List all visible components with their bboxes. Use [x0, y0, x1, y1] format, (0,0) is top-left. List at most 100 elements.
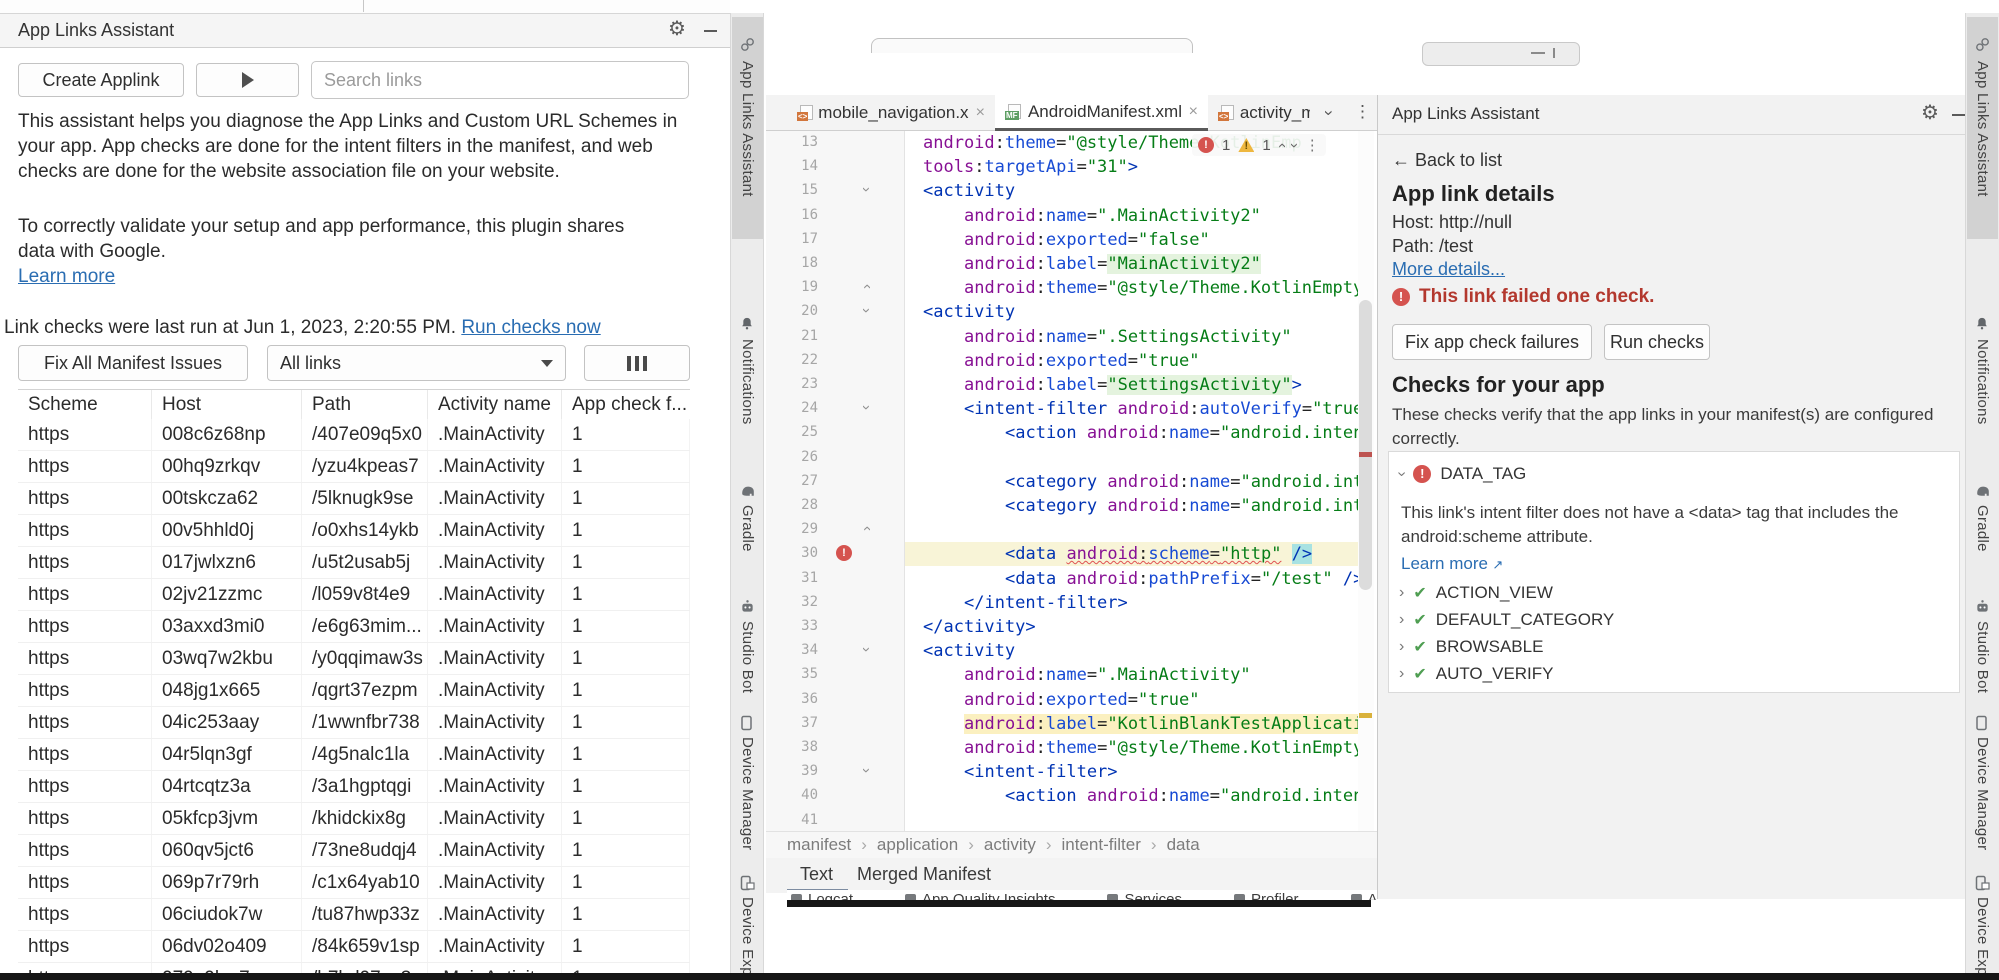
check-row-auto_verify[interactable]: ›✔AUTO_VERIFY	[1399, 664, 1554, 684]
columns-config-button[interactable]	[584, 345, 690, 381]
breadcrumb-item[interactable]: application	[877, 835, 958, 855]
breadcrumb-item[interactable]: manifest	[787, 835, 851, 855]
table-row[interactable]: https060qv5jct6/73ne8udqj4.MainActivity1	[18, 835, 690, 867]
chevron-right-icon[interactable]: ›	[1399, 638, 1404, 656]
run-play-button[interactable]	[196, 63, 299, 97]
checks-desc-line: These checks verify that the app links i…	[1392, 403, 1933, 427]
minimize-icon[interactable]	[704, 30, 717, 32]
chevron-down-icon[interactable]: ›	[1393, 471, 1411, 476]
scrollbar-thumb[interactable]	[1359, 300, 1372, 590]
learn-more-link[interactable]: Learn more	[18, 266, 115, 288]
data-tag-learn-more[interactable]: Learn more ↗	[1401, 554, 1503, 574]
chevron-right-icon[interactable]: ›	[1399, 665, 1404, 683]
data-tag-desc-line: android:scheme attribute.	[1401, 525, 1899, 549]
run-checks-now-link[interactable]: Run checks now	[461, 317, 600, 338]
view-tab-merged-manifest[interactable]: Merged Manifest	[857, 864, 991, 885]
column-header[interactable]: App check f...	[562, 390, 690, 420]
editor-tab-androidmanifest-xml[interactable]: MFAndroidManifest.xml×	[995, 95, 1208, 131]
bottom-bar-item[interactable]: App Inspection	[1351, 891, 1378, 900]
data-tag-row[interactable]: › ! DATA_TAG	[1399, 464, 1526, 484]
fix-all-manifest-issues-button[interactable]: Fix All Manifest Issues	[18, 345, 248, 381]
panel-minimize-icon[interactable]	[1952, 114, 1965, 116]
table-cell: 03axxd3mi0	[152, 611, 302, 642]
next-issue-icon[interactable]: ›	[1286, 143, 1303, 148]
table-row[interactable]: https05kfcp3jvm/khidckix8g.MainActivity1	[18, 803, 690, 835]
column-header[interactable]: Path	[302, 390, 428, 420]
table-row[interactable]: https04ic253aay/1wwnfbr738.MainActivity1	[18, 707, 690, 739]
check-row-default_category[interactable]: ›✔DEFAULT_CATEGORY	[1399, 610, 1614, 630]
table-row[interactable]: https03axxd3mi0/e6g63mim....MainActivity…	[18, 611, 690, 643]
table-row[interactable]: https008c6z68np/407e09q5x0.MainActivity1	[18, 419, 690, 451]
panel-gear-icon[interactable]: ⚙	[1921, 103, 1939, 123]
fold-marker-icon[interactable]: ›	[858, 405, 875, 410]
gear-icon[interactable]: ⚙	[668, 19, 686, 39]
fold-marker-icon[interactable]: ›	[858, 284, 875, 289]
table-row[interactable]: https02jv21zzmc/l059v8t4e9.MainActivity1	[18, 579, 690, 611]
breadcrumb-item[interactable]: intent-filter	[1062, 835, 1141, 855]
table-cell: 060qv5jct6	[152, 835, 302, 866]
bottom-bar-item[interactable]: Profiler	[1234, 891, 1299, 900]
table-row[interactable]: https04r5lqn3gf/4g5nalc1la.MainActivity1	[18, 739, 690, 771]
editor-tab-activity_m[interactable]: <>activity_m	[1208, 95, 1320, 131]
fold-marker-icon[interactable]: ›	[858, 647, 875, 652]
table-row[interactable]: https06dv02o409/84k659v1sp.MainActivity1	[18, 931, 690, 963]
bottom-bar-item[interactable]: Logcat	[791, 891, 853, 900]
editor-tab-mobile_navigation-xml[interactable]: <>mobile_navigation.xml×	[787, 95, 995, 131]
column-header[interactable]: Host	[152, 390, 302, 420]
tab-list-chevron-icon[interactable]: ›	[1319, 110, 1339, 116]
line-number: 37	[772, 715, 818, 731]
breadcrumb-item[interactable]: activity	[984, 835, 1036, 855]
table-cell: 06dv02o409	[152, 931, 302, 962]
bottom-bar-item[interactable]: App Quality Insights	[905, 891, 1055, 900]
run-checks-button[interactable]: Run checks	[1604, 324, 1710, 360]
table-cell: 00v5hhld0j	[152, 515, 302, 546]
gutter-error-icon[interactable]: !	[836, 545, 852, 561]
warning-count-icon: !	[1238, 138, 1254, 152]
links-filter-value: All links	[280, 353, 341, 374]
column-header[interactable]: Scheme	[18, 390, 152, 420]
close-tab-icon[interactable]: ×	[976, 104, 985, 122]
breadcrumb[interactable]: manifest›application›activity›intent-fil…	[787, 835, 1200, 855]
warning-stripe-mark[interactable]	[1359, 713, 1372, 718]
fix-app-check-failures-button[interactable]: Fix app check failures	[1392, 324, 1592, 360]
line-number: 30	[772, 545, 818, 561]
tab-kebab-icon[interactable]: ⋮	[1354, 102, 1371, 122]
bottom-bar-item[interactable]: Services	[1107, 891, 1182, 900]
fold-marker-icon[interactable]: ›	[858, 526, 875, 531]
table-row[interactable]: https04rtcqtz3a/3a1hgptqgi.MainActivity1	[18, 771, 690, 803]
more-details-link[interactable]: More details...	[1392, 259, 1505, 280]
widget-kebab-icon[interactable]: ⋮	[1305, 136, 1320, 154]
chevron-right-icon[interactable]: ›	[1399, 584, 1404, 602]
table-row[interactable]: https069p7r79rh/c1x64yab10.MainActivity1	[18, 867, 690, 899]
table-cell: .MainActivity	[428, 675, 562, 706]
table-row[interactable]: https00tskcza62/5lknugk9se.MainActivity1	[18, 483, 690, 515]
breadcrumb-item[interactable]: data	[1167, 835, 1200, 855]
table-row[interactable]: https00v5hhld0j/o0xhs14ykb.MainActivity1	[18, 515, 690, 547]
search-input[interactable]	[311, 61, 689, 99]
window-bottom-edge	[787, 900, 1371, 907]
links-filter-dropdown[interactable]: All links	[267, 345, 566, 381]
fold-marker-icon[interactable]: ›	[858, 768, 875, 773]
chevron-right-icon[interactable]: ›	[1399, 611, 1404, 629]
create-applink-button[interactable]: Create Applink	[18, 63, 184, 97]
column-header[interactable]: Activity name	[428, 390, 562, 420]
fold-marker-icon[interactable]: ›	[858, 308, 875, 313]
close-tab-icon[interactable]: ×	[1189, 103, 1198, 121]
check-row-action_view[interactable]: ›✔ACTION_VIEW	[1399, 583, 1553, 603]
table-row[interactable]: https017jwlxzn6/u5t2usab5j.MainActivity1	[18, 547, 690, 579]
table-row[interactable]: https06ciudok7w/tu87hwp33z.MainActivity1	[18, 899, 690, 931]
code-area[interactable]: 13android:theme="@style/Theme.KotlinEmp1…	[766, 131, 1358, 831]
link-failed-row: ! This link failed one check.	[1392, 286, 1654, 308]
view-tab-text[interactable]: Text	[800, 864, 833, 885]
table-row[interactable]: https048jg1x665/qgrt37ezpm.MainActivity1	[18, 675, 690, 707]
inspection-widget[interactable]: ! 1 ! 1 › › ⋮	[1192, 134, 1326, 156]
table-cell: https	[18, 451, 152, 482]
table-cell: https	[18, 483, 152, 514]
back-to-list-link[interactable]: ← Back to list	[1392, 150, 1502, 171]
table-row[interactable]: https03wq7w2kbu/y0qqimaw3s.MainActivity1	[18, 643, 690, 675]
check-row-browsable[interactable]: ›✔BROWSABLE	[1399, 637, 1543, 657]
error-stripe-mark[interactable]	[1359, 452, 1372, 457]
editor-scrollbar[interactable]	[1358, 131, 1374, 831]
table-row[interactable]: https00hq9zrkqv/yzu4kpeas7.MainActivity1	[18, 451, 690, 483]
fold-marker-icon[interactable]: ›	[858, 187, 875, 192]
